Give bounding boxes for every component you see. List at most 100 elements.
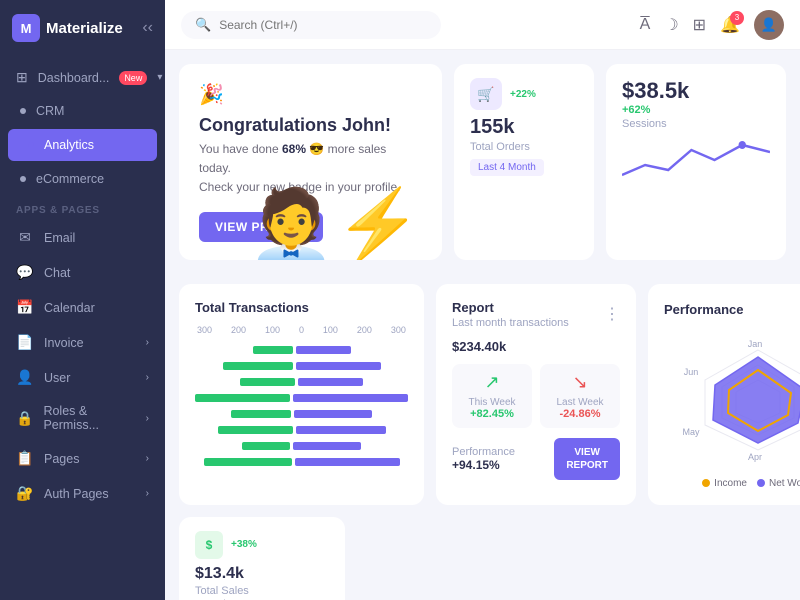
- transactions-title: Total Transactions: [195, 300, 309, 315]
- view-report-button[interactable]: VIEWREPORT: [554, 438, 620, 480]
- sidebar-item-chat[interactable]: 💬 Chat: [0, 255, 165, 290]
- logo-area: M Materialize: [12, 14, 123, 42]
- translate-icon[interactable]: A̅: [640, 16, 651, 34]
- sidebar-item-calendar[interactable]: 📅 Calendar: [0, 290, 165, 325]
- new-badge: New: [119, 71, 147, 85]
- main-content: 🔍 A̅ ☽ ⊞ 🔔 3 👤 🎉 Congratulations John!: [165, 0, 800, 600]
- total-sales-icon: $: [195, 531, 223, 559]
- nav-dot-ecommerce: [20, 176, 26, 182]
- radar-chart: Jan Feb Mar Apr May Jun: [664, 330, 800, 470]
- income-legend: Income: [702, 478, 747, 489]
- total-sales-card: $ +38% $13.4k Total Sales Last Six Mon..…: [179, 517, 345, 600]
- sidebar-item-user[interactable]: 👤 User ›: [0, 360, 165, 395]
- networth-label: Net Worth: [769, 478, 800, 489]
- bar-blue: [298, 378, 363, 386]
- sidebar-item-email[interactable]: ✉ Email: [0, 220, 165, 255]
- networth-dot: [757, 479, 765, 487]
- sidebar-item-analytics[interactable]: Analytics: [8, 129, 157, 161]
- search-input[interactable]: [219, 18, 427, 32]
- sidebar-item-label: Auth Pages: [44, 487, 109, 501]
- bar-green: [231, 410, 291, 418]
- logo-icon: M: [12, 14, 40, 42]
- moon-icon[interactable]: ☽: [664, 15, 678, 35]
- sidebar-item-invoice[interactable]: 📄 Invoice ›: [0, 325, 165, 360]
- bar-green: [195, 394, 290, 402]
- chevron-right-icon: ›: [146, 488, 149, 499]
- chevron-right-icon: ›: [146, 413, 149, 424]
- this-week-card: ↗ This Week +82.45%: [452, 364, 532, 428]
- sidebar: M Materialize ‹‹ ⊞ Dashboard... New ▾ CR…: [0, 0, 165, 600]
- avatar[interactable]: 👤: [754, 10, 784, 40]
- sessions-pct: +62%: [622, 104, 770, 116]
- svg-text:Apr: Apr: [748, 452, 762, 462]
- last-week-val: -24.86%: [548, 408, 612, 420]
- total-sales-top: $ +38%: [195, 531, 329, 559]
- sidebar-nav: ⊞ Dashboard... New ▾ CRM Analytics eComm…: [0, 56, 165, 600]
- stat-top: 🛒 +22%: [470, 78, 578, 110]
- welcome-card: 🎉 Congratulations John! You have done 68…: [179, 64, 442, 260]
- welcome-character: 🧑‍💼⚡: [248, 190, 422, 260]
- row1: 🎉 Congratulations John! You have done 68…: [179, 64, 786, 260]
- sidebar-item-roles[interactable]: 🔒 Roles & Permiss... ›: [0, 395, 165, 441]
- sidebar-item-label: Dashboard...: [38, 71, 110, 85]
- income-dot: [702, 479, 710, 487]
- nav-dot-crm: [20, 108, 26, 114]
- performance-header: Performance ⋮: [664, 300, 800, 320]
- orders-badge: +22%: [510, 89, 536, 100]
- bar-blue: [293, 394, 408, 402]
- sidebar-item-pages[interactable]: 📋 Pages ›: [0, 441, 165, 476]
- sessions-label: Sessions: [622, 118, 770, 130]
- bar-row: [195, 425, 408, 435]
- auth-icon: 🔐: [16, 485, 34, 502]
- bell-icon[interactable]: 🔔 3: [720, 15, 740, 35]
- last-week-card: ↘ Last Week -24.86%: [540, 364, 620, 428]
- notification-badge: 3: [730, 11, 744, 25]
- dashboard-icon: ⊞: [16, 69, 28, 86]
- this-week-label: This Week: [460, 397, 524, 408]
- topbar: 🔍 A̅ ☽ ⊞ 🔔 3 👤: [165, 0, 800, 50]
- sidebar-item-label: Analytics: [44, 138, 94, 152]
- bar-row: [195, 457, 408, 467]
- content-grid: 🎉 Congratulations John! You have done 68…: [165, 50, 800, 600]
- report-footer: Performance +94.15% VIEWREPORT: [452, 438, 620, 480]
- report-header: Report Last month transactions ⋮: [452, 300, 620, 329]
- apps-section-label: APPS & PAGES: [0, 195, 165, 220]
- roles-icon: 🔒: [16, 410, 33, 427]
- chat-icon: 💬: [16, 264, 34, 281]
- sidebar-item-label: eCommerce: [36, 172, 104, 186]
- bar-green: [242, 442, 290, 450]
- sidebar-item-auth[interactable]: 🔐 Auth Pages ›: [0, 476, 165, 511]
- sidebar-item-label: Email: [44, 231, 75, 245]
- user-icon: 👤: [16, 369, 34, 386]
- row3: Project Statistics ⋮ NAME BUDGET 🎨 3D Il…: [179, 517, 786, 600]
- chevron-down-icon: ▾: [157, 72, 162, 83]
- sidebar-item-dashboard[interactable]: ⊞ Dashboard... New ▾: [0, 60, 165, 95]
- trend-down-icon: ↘: [548, 372, 612, 393]
- sidebar-collapse-button[interactable]: ‹‹: [142, 19, 153, 37]
- report-card: Report Last month transactions ⋮ $234.40…: [436, 284, 636, 505]
- search-box[interactable]: 🔍: [181, 11, 441, 39]
- report-amount: $234.40k: [452, 339, 620, 354]
- income-label: Income: [714, 478, 747, 489]
- bar-green: [204, 458, 292, 466]
- networth-legend: Net Worth: [757, 478, 800, 489]
- sidebar-item-label: User: [44, 371, 70, 385]
- bar-green: [223, 362, 293, 370]
- sidebar-item-ecommerce[interactable]: eCommerce: [0, 163, 165, 195]
- sessions-card: $38.5k +62% Sessions: [606, 64, 786, 260]
- orders-label: Total Orders: [470, 141, 578, 153]
- topbar-icons: A̅ ☽ ⊞ 🔔 3 👤: [640, 10, 784, 40]
- orders-sublabel: Last 4 Month: [470, 159, 544, 176]
- bar-green: [240, 378, 295, 386]
- orders-icon: 🛒: [470, 78, 502, 110]
- welcome-title: Congratulations John!: [199, 115, 422, 136]
- email-icon: ✉: [16, 229, 34, 246]
- report-menu-icon[interactable]: ⋮: [604, 304, 620, 324]
- transactions-card: Total Transactions 3002001000100200300: [179, 284, 424, 505]
- grid-icon[interactable]: ⊞: [693, 15, 706, 35]
- bar-chart: 3002001000100200300: [195, 325, 408, 467]
- nav-dot-analytics: [28, 142, 34, 148]
- sidebar-item-crm[interactable]: CRM: [0, 95, 165, 127]
- chevron-right-icon: ›: [146, 372, 149, 383]
- last-week-label: Last Week: [548, 397, 612, 408]
